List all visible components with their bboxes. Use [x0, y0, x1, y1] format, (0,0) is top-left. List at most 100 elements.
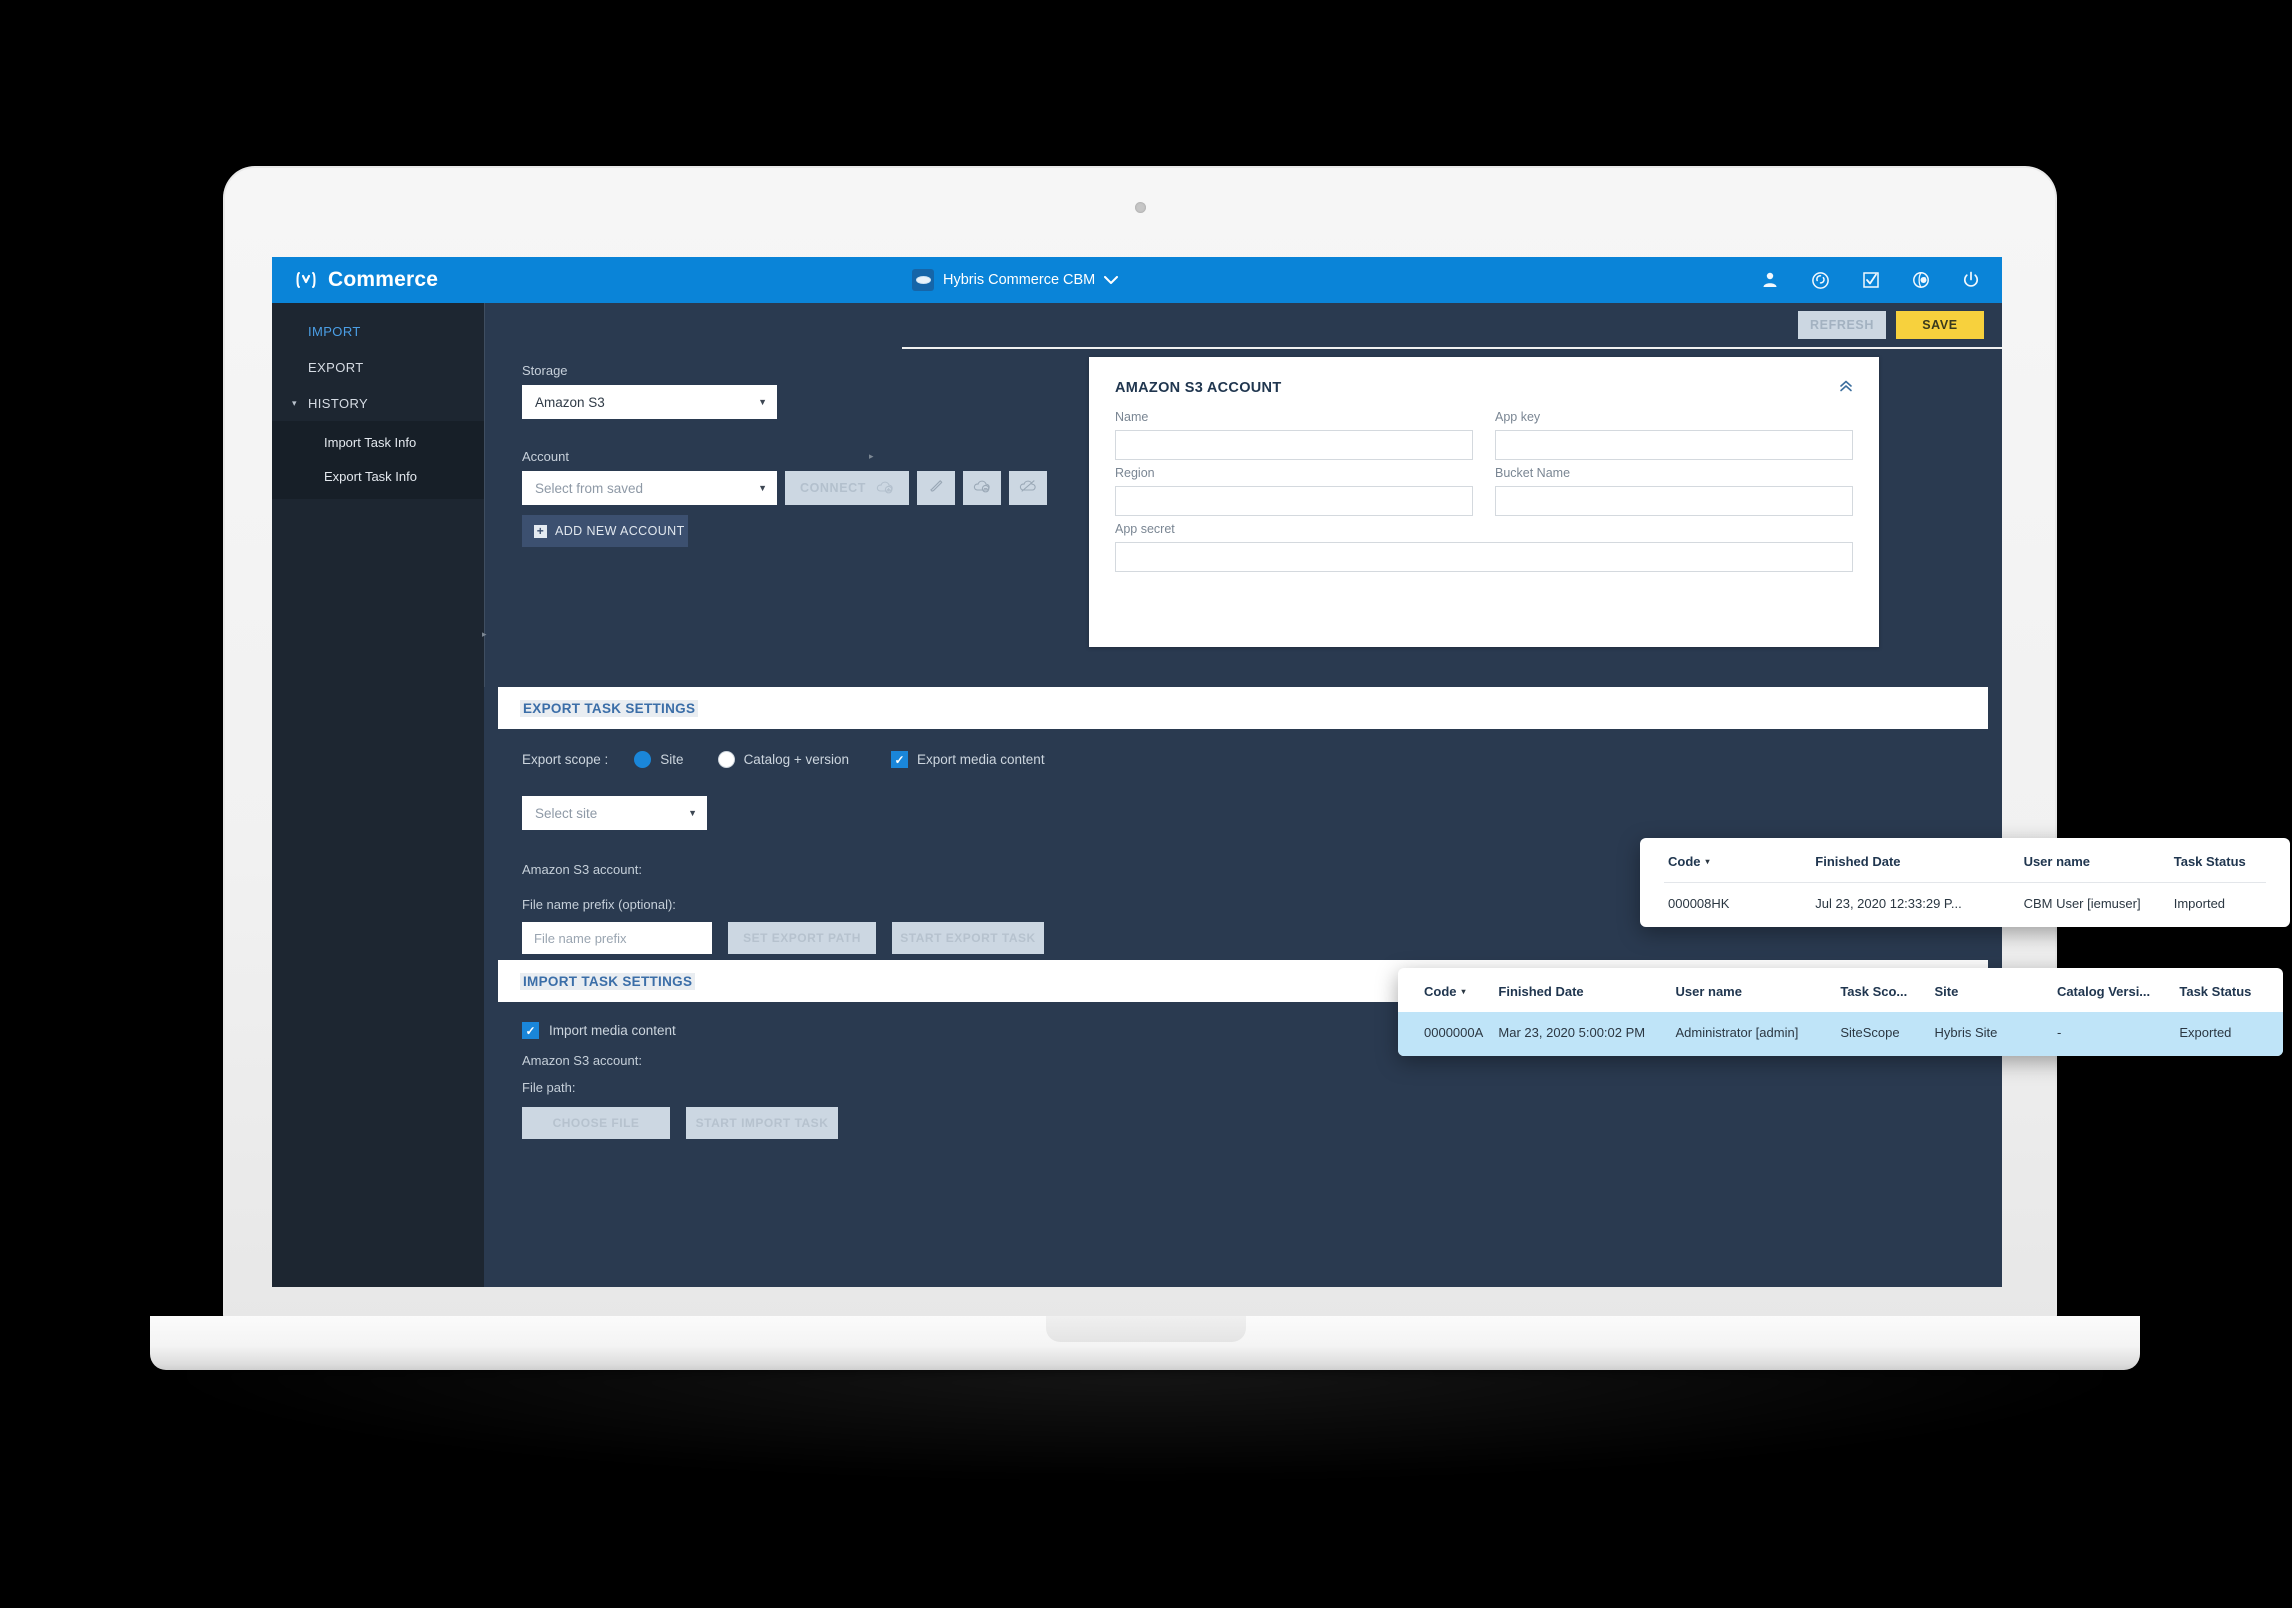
cloud-remove-icon: [973, 478, 991, 498]
radio-scope-catalog[interactable]: Catalog + version: [717, 751, 849, 768]
checkbox-export-media[interactable]: ✓ Export media content: [891, 751, 1045, 768]
sidebar-item-label: HISTORY: [308, 395, 369, 411]
cell-task-status: Imported: [2173, 896, 2226, 911]
select-site-dropdown[interactable]: Select site ▼: [522, 796, 707, 830]
file-name-prefix-input[interactable]: [522, 922, 712, 954]
set-export-path-button[interactable]: SET EXPORT PATH: [728, 922, 876, 954]
app-secret-field[interactable]: [1115, 542, 1853, 572]
sidebar-item-export-task-info[interactable]: Export Task Info: [272, 459, 484, 493]
add-new-account-label: ADD NEW ACCOUNT: [555, 524, 685, 538]
sidebar-subitem-label: Import Task Info: [324, 434, 417, 450]
column-header-code[interactable]: Code ▾: [1640, 854, 1815, 869]
s3-field-label: App key: [1495, 410, 1541, 424]
webcam-icon: [1135, 202, 1146, 213]
table-row[interactable]: 0000000A Mar 23, 2020 5:00:02 PM Adminis…: [1398, 1012, 2283, 1056]
s3-field-label: Name: [1115, 410, 1149, 424]
tenant-selector[interactable]: Hybris Commerce CBM: [912, 257, 1119, 303]
s3-panel-title: AMAZON S3 ACCOUNT: [1115, 379, 1282, 396]
storage-select[interactable]: Amazon S3 ▼: [522, 385, 777, 419]
cloud-remove-button[interactable]: [963, 471, 1001, 505]
collapse-chevrons-icon[interactable]: [1839, 379, 1853, 396]
storage-block: Storage Amazon S3 ▼ Account Select from …: [522, 363, 1082, 547]
history-icon[interactable]: [1811, 271, 1830, 290]
sidebar-item-export[interactable]: EXPORT: [272, 349, 484, 385]
name-field[interactable]: [1115, 430, 1473, 460]
account-select-value: Select from saved: [535, 480, 644, 496]
tenant-label: Hybris Commerce CBM: [943, 272, 1096, 288]
cloud-disconnect-button[interactable]: [1009, 471, 1047, 505]
cell-user-name: Administrator [admin]: [1675, 1025, 1799, 1040]
export-task-settings-header: EXPORT TASK SETTINGS: [498, 687, 1988, 729]
column-header-catalog-version[interactable]: Catalog Versi...: [2057, 984, 2179, 999]
chevron-down-icon: ▾: [292, 397, 297, 408]
cell-user-name: CBM User [iemuser]: [2023, 896, 2141, 911]
add-new-account-button[interactable]: + ADD NEW ACCOUNT: [522, 515, 688, 547]
sidebar-item-label: IMPORT: [308, 323, 361, 339]
cell-site: Hybris Site: [1934, 1025, 1998, 1040]
s3-field-label: App secret: [1115, 522, 1175, 536]
s3-panel-header: AMAZON S3 ACCOUNT: [1089, 357, 1879, 396]
refresh-button[interactable]: REFRESH: [1798, 311, 1886, 339]
table-row[interactable]: 000008HK Jul 23, 2020 12:33:29 P... CBM …: [1640, 883, 2290, 927]
sidebar-subitem-label: Export Task Info: [324, 468, 417, 484]
column-label: Code: [1668, 854, 1701, 869]
check-icon: ✓: [522, 1022, 539, 1039]
cell-finished-date: Jul 23, 2020 12:33:29 P...: [1815, 896, 1962, 911]
export-scope-label: Export scope :: [522, 752, 609, 767]
s3-field-label: Region: [1115, 466, 1155, 480]
column-header-finished-date[interactable]: Finished Date: [1498, 984, 1675, 999]
cell-code: 0000000A: [1424, 1025, 1484, 1040]
column-header-task-status[interactable]: Task Status: [2174, 854, 2290, 869]
sidebar-item-import[interactable]: IMPORT: [272, 313, 484, 349]
radio-scope-catalog-label: Catalog + version: [743, 752, 849, 767]
user-icon[interactable]: [1761, 271, 1779, 289]
account-select[interactable]: Select from saved ▼: [522, 471, 777, 505]
app-key-field[interactable]: [1495, 430, 1853, 460]
column-header-task-status[interactable]: Task Status: [2179, 984, 2283, 999]
application-viewport: Commerce Hybris Commerce CBM IMPORT EXPO…: [272, 257, 2002, 1287]
choose-file-button[interactable]: CHOOSE FILE: [522, 1107, 670, 1139]
s3-field-bucket-name: Bucket Name: [1495, 466, 1853, 516]
import-task-info-table: Code ▾ Finished Date User name Task Stat…: [1640, 838, 2290, 927]
amazon-s3-account-panel: AMAZON S3 ACCOUNT Name App key Region Bu…: [1089, 357, 1879, 647]
checkbox-import-media-label: Import media content: [549, 1023, 676, 1038]
column-header-task-scope[interactable]: Task Sco...: [1840, 984, 1934, 999]
start-export-task-button[interactable]: START EXPORT TASK: [892, 922, 1044, 954]
plus-icon: +: [534, 524, 547, 538]
sidebar-item-history[interactable]: ▾ HISTORY: [272, 385, 484, 421]
sort-caret-icon: ▾: [1705, 857, 1710, 866]
storage-select-value: Amazon S3: [535, 394, 605, 410]
column-header-code[interactable]: Code ▾: [1398, 984, 1498, 999]
tasks-checkbox-icon[interactable]: [1862, 271, 1880, 289]
globe-icon[interactable]: [1912, 271, 1930, 289]
save-button[interactable]: SAVE: [1896, 311, 1984, 339]
radio-scope-site[interactable]: Site: [634, 751, 684, 768]
top-bar-icons: [1761, 257, 1980, 303]
hybris-logo-icon: [294, 268, 318, 292]
account-row: Select from saved ▼ CONNECT: [522, 471, 1082, 505]
sidebar-item-import-task-info[interactable]: Import Task Info: [272, 425, 484, 459]
file-path-label: File path:: [522, 1080, 576, 1095]
panel-collapse-arrow-icon[interactable]: ▸: [482, 629, 487, 640]
brand-title: Commerce: [328, 268, 439, 291]
s3-field-region: Region: [1115, 466, 1473, 516]
chevron-down-icon: ▼: [758, 483, 767, 493]
column-header-finished-date[interactable]: Finished Date: [1815, 854, 2023, 869]
connect-button[interactable]: CONNECT: [785, 471, 909, 505]
export-scope-row: Export scope : Site Catalog + version ✓ …: [484, 729, 2002, 768]
laptop-drop-shadow: [175, 1368, 2115, 1478]
sidebar-item-label: EXPORT: [308, 359, 364, 375]
start-import-task-button[interactable]: START IMPORT TASK: [686, 1107, 838, 1139]
s3-field-app-key: App key: [1495, 410, 1853, 460]
radio-scope-site-label: Site: [660, 752, 684, 767]
region-field[interactable]: [1115, 486, 1473, 516]
s3-form-row: App secret: [1115, 522, 1853, 572]
bucket-name-field[interactable]: [1495, 486, 1853, 516]
cell-code: 000008HK: [1668, 896, 1730, 911]
sidebar-subgroup-history: Import Task Info Export Task Info: [272, 421, 484, 499]
column-header-user-name[interactable]: User name: [1675, 984, 1840, 999]
column-header-user-name[interactable]: User name: [2024, 854, 2174, 869]
column-header-site[interactable]: Site: [1935, 984, 2057, 999]
power-icon[interactable]: [1962, 271, 1980, 289]
edit-account-button[interactable]: [917, 471, 955, 505]
